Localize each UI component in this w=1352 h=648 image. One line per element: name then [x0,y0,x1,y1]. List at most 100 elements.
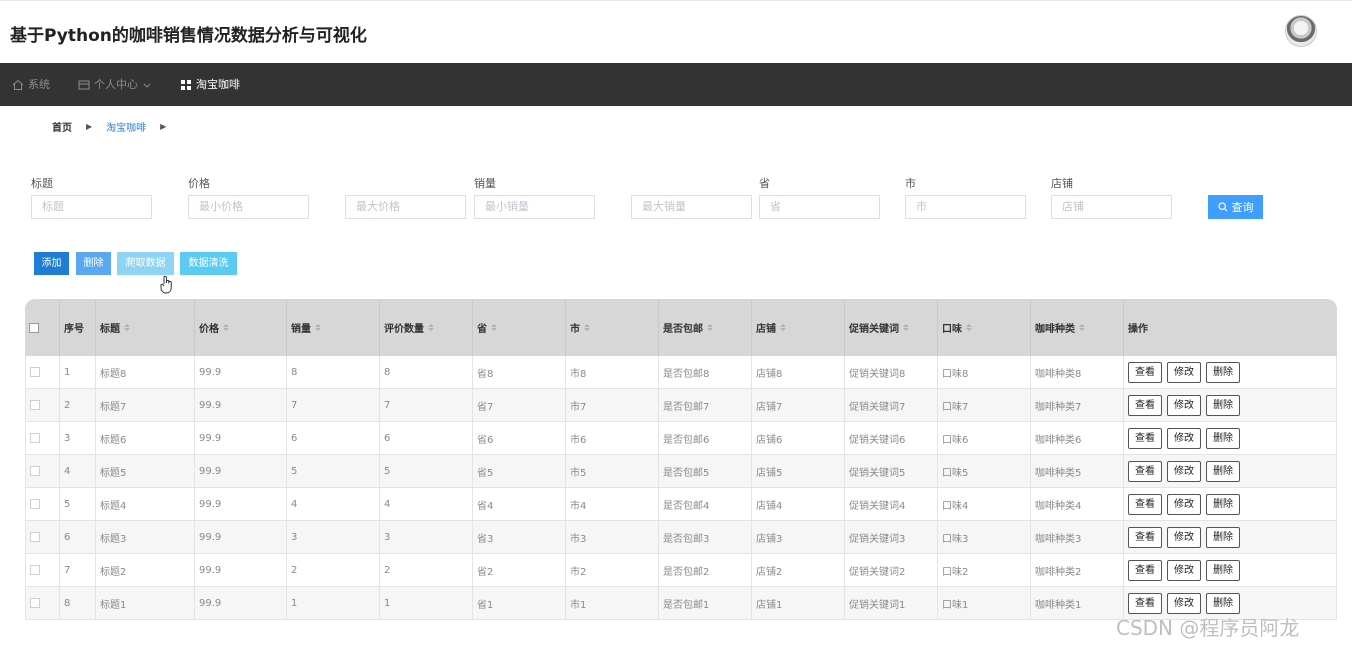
nav-item-system[interactable]: 系统 [12,63,50,106]
table-cell: 1 [380,587,473,619]
column-header[interactable]: 是否包邮 [659,299,752,356]
sort-icon[interactable] [223,324,229,331]
view-button[interactable]: 查看 [1128,394,1162,416]
view-button[interactable]: 查看 [1128,493,1162,515]
sort-icon[interactable] [780,324,786,331]
select-all-cell [25,299,60,356]
view-button[interactable]: 查看 [1128,361,1162,383]
delete-row-button[interactable]: 删除 [1206,493,1240,515]
add-button[interactable]: 添加 [34,252,69,275]
sort-icon[interactable] [124,324,130,331]
delete-row-button[interactable]: 删除 [1206,427,1240,449]
nav-item-personal-center[interactable]: 个人中心 [78,63,152,106]
title-input[interactable]: 标题 [31,195,152,219]
table-cell: 是否包邮4 [659,488,752,520]
sort-icon[interactable] [707,324,713,331]
table-cell: 7 [287,389,380,421]
breadcrumb-home[interactable]: 首页 [52,119,72,134]
sort-icon[interactable] [428,324,434,331]
row-actions-cell: 查看 修改 删除 [1124,389,1337,421]
city-input[interactable]: 市 [905,195,1026,219]
table-cell: 咖啡种类3 [1031,521,1124,553]
column-header[interactable]: 市 [566,299,659,356]
table-cell: 店铺2 [752,554,845,586]
delete-row-button[interactable]: 删除 [1206,460,1240,482]
max-sales-input[interactable]: 最大销量 [631,195,752,219]
table-cell: 咖啡种类6 [1031,422,1124,454]
column-header[interactable]: 标题 [96,299,195,356]
view-button[interactable]: 查看 [1128,427,1162,449]
breadcrumb-current[interactable]: 淘宝咖啡 [106,119,146,134]
edit-button[interactable]: 修改 [1167,592,1201,614]
sort-icon[interactable] [584,324,590,331]
table-cell: 2 [60,389,96,421]
column-header[interactable]: 咖啡种类 [1031,299,1124,356]
clean-data-button[interactable]: 数据清洗 [180,252,237,275]
edit-button[interactable]: 修改 [1167,526,1201,548]
sort-icon[interactable] [491,324,497,331]
row-checkbox[interactable] [30,565,40,575]
row-checkbox[interactable] [30,532,40,542]
table-cell: 店铺5 [752,455,845,487]
column-header[interactable]: 促销关键词 [845,299,938,356]
column-header-label: 操作 [1128,324,1148,335]
table-cell: 促销关键词1 [845,587,938,619]
table-cell: 是否包邮1 [659,587,752,619]
home-icon [12,79,24,90]
row-checkbox[interactable] [30,433,40,443]
edit-button[interactable]: 修改 [1167,394,1201,416]
row-checkbox[interactable] [30,400,40,410]
column-header: 序号 [60,299,96,356]
delete-row-button[interactable]: 删除 [1206,361,1240,383]
column-header[interactable]: 销量 [287,299,380,356]
table-cell: 8 [60,587,96,619]
table-row: 6 标题3 99.9 3 3 省3 市3 是否包邮3 店铺3 促销关键词3 口味3 咖啡种类3 查看 修改… [25,521,1337,554]
column-header[interactable]: 店铺 [752,299,845,356]
sort-icon[interactable] [315,324,321,331]
select-all-checkbox[interactable] [29,322,39,333]
chevron-right-icon: ▶ [160,122,167,131]
row-checkbox[interactable] [30,367,40,377]
delete-row-button[interactable]: 删除 [1206,394,1240,416]
table-cell: 6 [287,422,380,454]
column-header-label: 市 [570,324,580,335]
province-input[interactable]: 省 [759,195,880,219]
sort-icon[interactable] [1079,324,1085,331]
max-price-input[interactable]: 最大价格 [345,195,466,219]
delete-row-button[interactable]: 删除 [1206,592,1240,614]
column-header[interactable]: 口味 [938,299,1031,356]
sort-icon[interactable] [903,324,909,331]
row-checkbox[interactable] [30,466,40,476]
sort-icon[interactable] [966,324,972,331]
edit-button[interactable]: 修改 [1167,460,1201,482]
nav-item-taobao-coffee[interactable]: 淘宝咖啡 [180,63,240,106]
view-button[interactable]: 查看 [1128,526,1162,548]
delete-row-button[interactable]: 删除 [1206,526,1240,548]
shop-input[interactable]: 店铺 [1051,195,1172,219]
search-button[interactable]: 查询 [1208,195,1263,219]
column-header[interactable]: 价格 [195,299,287,356]
avatar[interactable] [1285,15,1317,47]
view-button[interactable]: 查看 [1128,559,1162,581]
table-cell: 口味8 [938,356,1031,388]
view-button[interactable]: 查看 [1128,592,1162,614]
edit-button[interactable]: 修改 [1167,361,1201,383]
edit-button[interactable]: 修改 [1167,493,1201,515]
edit-button[interactable]: 修改 [1167,427,1201,449]
table-cell: 省4 [473,488,566,520]
view-button[interactable]: 查看 [1128,460,1162,482]
table-cell: 3 [380,521,473,553]
row-checkbox[interactable] [30,598,40,608]
delete-button[interactable]: 删除 [76,252,111,275]
column-header: 操作 [1124,299,1337,356]
min-price-input[interactable]: 最小价格 [188,195,309,219]
column-header[interactable]: 评价数量 [380,299,473,356]
table-body: 1 标题8 99.9 8 8 省8 市8 是否包邮8 店铺8 促销关键词8 口味8 咖啡种类8 查看 修改… [25,356,1337,620]
min-sales-input[interactable]: 最小销量 [474,195,595,219]
column-header[interactable]: 省 [473,299,566,356]
row-checkbox[interactable] [30,499,40,509]
table-cell: 促销关键词5 [845,455,938,487]
crawl-data-button[interactable]: 爬取数据 [117,252,174,275]
delete-row-button[interactable]: 删除 [1206,559,1240,581]
edit-button[interactable]: 修改 [1167,559,1201,581]
